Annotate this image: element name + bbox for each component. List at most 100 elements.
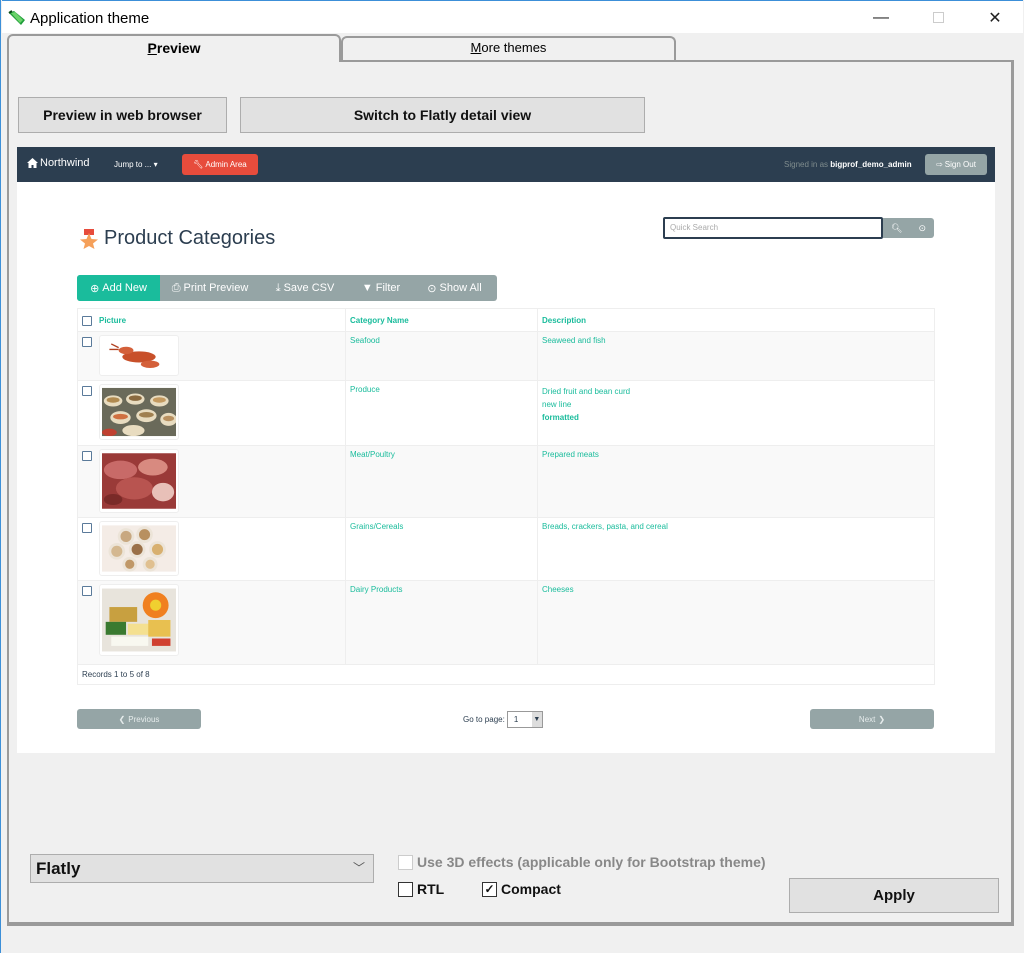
row-checkbox[interactable]: [82, 523, 92, 533]
window-title: Application theme: [30, 10, 150, 27]
categories-table: Picture Category Name Description Seafoo…: [77, 308, 935, 685]
picture-cell: [97, 332, 346, 380]
close-button[interactable]: ✕: [972, 1, 1018, 34]
application-theme-window: Application theme — ✕ More themes Previe…: [0, 0, 1024, 953]
table-toolbar: ⊕ Add New ⎙ Print Preview ⤓ Save CSV ▼ Filte…: [77, 275, 497, 301]
rtl-checkbox[interactable]: [398, 881, 413, 897]
chevron-down-icon: ﹀: [352, 861, 365, 875]
description-line: formatted: [542, 413, 579, 422]
header-description[interactable]: Description: [538, 309, 934, 331]
previous-label: Previous: [128, 714, 160, 724]
category-image[interactable]: [99, 335, 179, 376]
picture-cell: [97, 446, 346, 517]
maximize-icon: [932, 12, 944, 23]
filter-button[interactable]: ▼ Filter: [350, 275, 412, 301]
header-category-name[interactable]: Category Name: [346, 309, 538, 331]
header-picture[interactable]: Picture: [97, 309, 346, 331]
table-row[interactable]: Meat/Poultry Prepared meats: [78, 445, 934, 517]
admin-area-button[interactable]: 🔧︎ Admin Area: [182, 154, 258, 175]
maximize-button[interactable]: [915, 1, 961, 34]
row-select-cell: [78, 581, 97, 664]
page-title-text: Product Categories: [104, 227, 276, 249]
signed-in-text: Signed in as bigprof_demo_admin: [784, 160, 912, 169]
go-to-page: Go to page: 1 ▼: [463, 711, 543, 728]
grains-image: [102, 525, 176, 572]
admin-area-label: Admin Area: [205, 160, 247, 169]
compact-label: Compact: [501, 881, 561, 897]
lobster-image: [109, 343, 160, 368]
select-all-cell: [78, 309, 97, 331]
category-image[interactable]: [99, 521, 179, 576]
quick-search-input[interactable]: Quick Search: [663, 217, 883, 239]
show-all-icon: ⊙: [427, 282, 437, 295]
page-select[interactable]: 1 ▼: [506, 711, 543, 728]
theme-preview: Northwind Jump to ... ▾ 🔧︎ Admin Area Si…: [17, 147, 995, 753]
dairy-image: [102, 588, 176, 652]
category-image[interactable]: [99, 384, 179, 440]
jump-to-menu[interactable]: Jump to ... ▾: [114, 160, 158, 169]
tab-more-themes[interactable]: More themes: [341, 36, 676, 60]
row-checkbox[interactable]: [82, 337, 92, 347]
next-page-button[interactable]: Next ❯: [810, 709, 934, 729]
checkmark-icon: ✓: [484, 882, 495, 896]
navbar: Northwind Jump to ... ▾ 🔧︎ Admin Area Si…: [17, 147, 995, 182]
switch-detail-view-button[interactable]: Switch to Flatly detail view: [240, 97, 645, 133]
award-icon: [80, 228, 98, 249]
row-checkbox[interactable]: [82, 451, 92, 461]
row-checkbox[interactable]: [82, 586, 92, 596]
apply-button[interactable]: Apply: [789, 878, 999, 913]
produce-image: [102, 387, 177, 437]
sign-out-button[interactable]: ⇨ Sign Out: [925, 154, 987, 175]
category-name[interactable]: Seafood: [346, 332, 538, 380]
show-all-button[interactable]: ⊙ Show All: [412, 275, 497, 301]
description-line: Seaweed and fish: [542, 336, 606, 345]
print-preview-button[interactable]: ⎙ Print Preview: [160, 275, 260, 301]
rtl-label: RTL: [417, 881, 445, 897]
plus-circle-icon: ⊕: [90, 282, 100, 295]
select-all-checkbox[interactable]: [82, 316, 92, 326]
category-name[interactable]: Dairy Products: [346, 581, 538, 664]
category-image[interactable]: [99, 449, 179, 513]
chevron-down-icon: ▼: [531, 712, 542, 727]
theme-dropdown[interactable]: Flatly ﹀: [30, 854, 374, 883]
row-checkbox[interactable]: [82, 386, 92, 396]
row-select-cell: [78, 518, 97, 580]
compact-checkbox[interactable]: ✓: [482, 881, 497, 897]
table-row[interactable]: Grains/Cereals Breads, crackers, pasta, …: [78, 517, 934, 580]
row-select-cell: [78, 332, 97, 380]
row-select-cell: [78, 381, 97, 445]
previous-page-button[interactable]: ❮ Previous: [77, 709, 201, 729]
category-name[interactable]: Meat/Poultry: [346, 446, 538, 517]
table-row[interactable]: Dairy Products Cheeses: [78, 580, 934, 664]
save-csv-button[interactable]: ⤓ Save CSV: [260, 275, 350, 301]
use-3d-effects-checkbox[interactable]: [398, 854, 413, 870]
category-name[interactable]: Grains/Cereals: [346, 518, 538, 580]
rtl-option: RTL: [398, 881, 444, 897]
category-image[interactable]: [99, 584, 179, 656]
description: Prepared meats: [538, 446, 934, 517]
minimize-icon: —: [873, 8, 889, 26]
print-icon: ⎙: [171, 281, 181, 294]
download-icon: ⤓: [275, 281, 281, 294]
navbar-brand[interactable]: Northwind: [27, 157, 90, 169]
brand-label: Northwind: [40, 157, 90, 169]
clear-search-icon[interactable]: ⊙: [918, 223, 926, 234]
tab-label: review: [156, 40, 201, 56]
picture-cell: [97, 581, 346, 664]
description: Cheeses: [538, 581, 934, 664]
description-line: new line: [542, 400, 572, 409]
table-row[interactable]: Produce Dried fruit and bean curd new li…: [78, 380, 934, 445]
tab-preview[interactable]: Preview: [7, 34, 341, 62]
tab-accelerator: P: [147, 40, 157, 56]
meats-image: [102, 453, 176, 509]
picture-cell: [97, 381, 346, 445]
preview-in-browser-button[interactable]: Preview in web browser: [18, 97, 227, 133]
show-all-label: Show All: [439, 282, 482, 294]
category-name[interactable]: Produce: [346, 381, 538, 445]
add-new-button[interactable]: ⊕ Add New: [77, 275, 160, 301]
minimize-button[interactable]: —: [858, 1, 904, 34]
table-row[interactable]: Seafood Seaweed and fish: [78, 331, 934, 380]
search-icon[interactable]: 🔍︎: [891, 223, 902, 234]
description-line: Breads, crackers, pasta, and cereal: [542, 522, 668, 531]
signed-in-prefix: Signed in as: [784, 160, 829, 169]
